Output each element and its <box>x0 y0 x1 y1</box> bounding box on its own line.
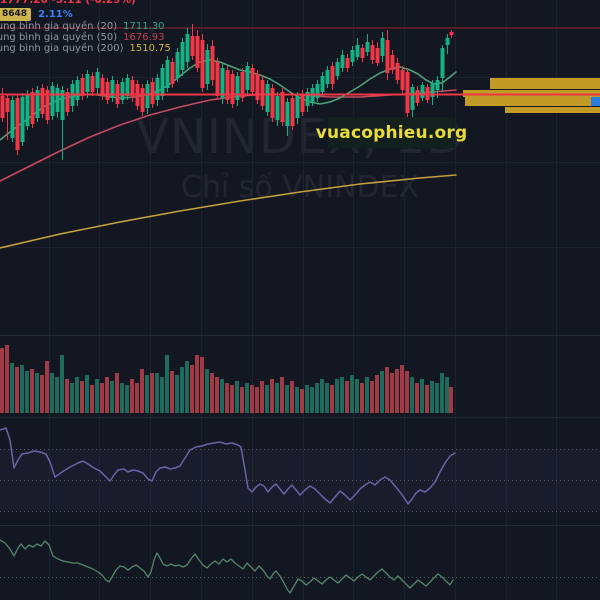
ma50-value: 1676.93 <box>123 32 165 43</box>
chart-canvas[interactable] <box>0 0 600 600</box>
chart-root: VNINDEX, 1D Chỉ số VNINDEX vuacophieu.or… <box>0 0 600 600</box>
vuacophieu-watermark-badge: vuacophieu.org <box>316 117 467 148</box>
ma50-legend-row[interactable]: Trung bình gia quyền (50) 1676.93 <box>0 32 165 43</box>
ma20-value: 1711.30 <box>123 21 165 32</box>
legend-blue-value: 2.11% <box>38 9 73 20</box>
ma200-value: 1510.75 <box>129 43 171 54</box>
ma200-label: Trung bình gia quyền (200) <box>0 43 124 54</box>
ma50-label: Trung bình gia quyền (50) <box>0 32 118 43</box>
ma20-legend-row[interactable]: Trung bình gia quyền (20) 1711.30 <box>0 21 165 32</box>
legend-row-2[interactable]: 8648 2.11% <box>0 8 73 21</box>
ma20-label: Trung bình gia quyền (20) <box>0 21 118 32</box>
ma200-legend-row[interactable]: Trung bình gia quyền (200) 1510.75 <box>0 43 171 54</box>
price-change-readout: 1777.26 -5.11 (-0.29%) <box>0 0 136 6</box>
price-label-badge: 8648 <box>0 8 32 21</box>
